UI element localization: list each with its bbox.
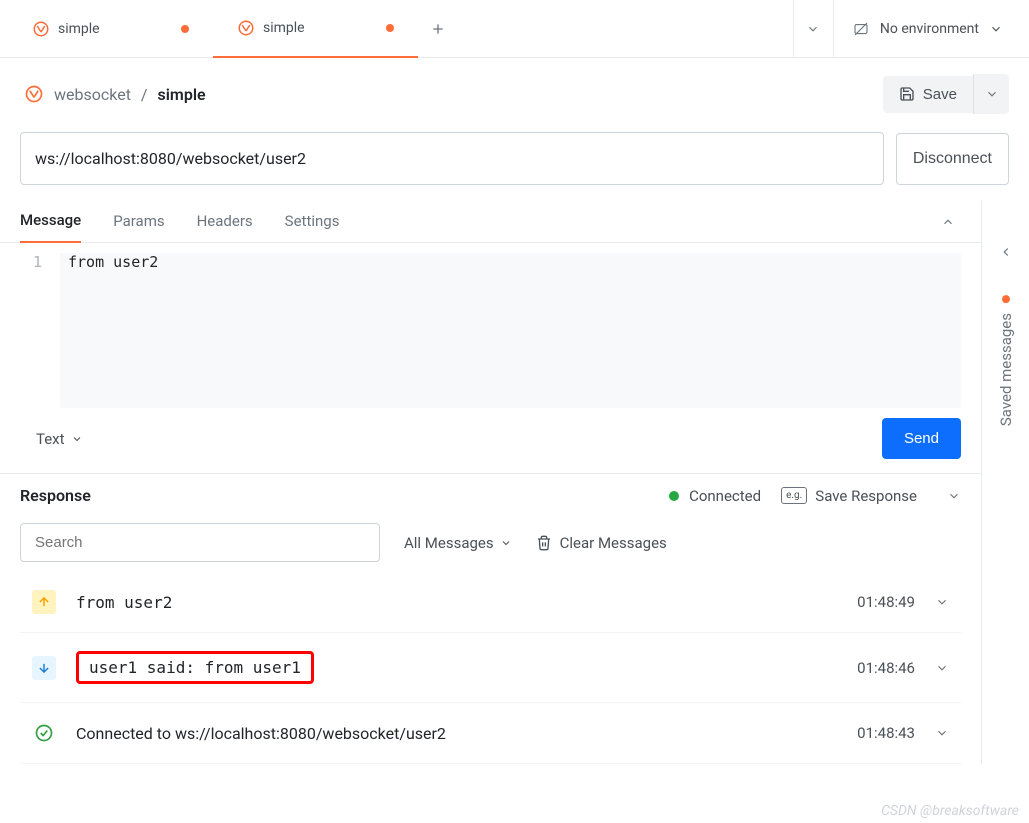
tab-label-1: simple <box>263 20 305 36</box>
editor-line-number: 1 <box>20 253 60 408</box>
message-time: 01:48:43 <box>857 724 915 742</box>
dirty-dot-icon <box>1002 295 1010 303</box>
chevron-down-icon <box>500 537 512 549</box>
save-label: Save <box>923 86 957 103</box>
chevron-down-icon[interactable] <box>935 726 949 740</box>
message-text: Connected to ws://localhost:8080/websock… <box>76 724 837 743</box>
url-input[interactable] <box>20 132 884 185</box>
websocket-icon <box>237 19 255 37</box>
format-dropdown[interactable]: Text <box>20 430 83 448</box>
dirty-dot-icon <box>181 25 189 33</box>
tab-0[interactable]: simple <box>8 0 213 58</box>
websocket-icon <box>32 20 50 38</box>
websocket-icon <box>24 84 44 104</box>
message-filter-dropdown[interactable]: All Messages <box>404 534 512 552</box>
trash-icon <box>536 535 552 551</box>
save-response-icon: e.g. <box>781 487 807 504</box>
chevron-down-icon <box>985 87 999 101</box>
editor-content[interactable]: from user2 <box>60 253 961 408</box>
message-text: from user2 <box>76 593 837 612</box>
no-environment-icon <box>852 20 870 38</box>
dirty-dot-icon <box>386 24 394 32</box>
message-list: from user2 01:48:49 user1 said: from use… <box>0 572 981 764</box>
sidebar-expand-button[interactable] <box>991 237 1021 267</box>
chevron-down-icon <box>989 22 1003 36</box>
tab-label-0: simple <box>58 21 100 37</box>
url-row: Disconnect <box>0 132 1029 201</box>
response-title: Response <box>20 486 91 505</box>
message-text: user1 said: from user1 <box>76 651 314 684</box>
check-circle-icon <box>32 721 56 745</box>
send-row: Text Send <box>0 408 981 473</box>
chevron-down-icon[interactable] <box>935 595 949 609</box>
save-button-group: Save <box>883 74 1009 114</box>
tab-message[interactable]: Message <box>20 201 81 243</box>
save-response-label: Save Response <box>815 487 917 505</box>
sidebar-right: Saved messages <box>981 201 1029 764</box>
save-response-button[interactable]: e.g. Save Response <box>781 487 917 505</box>
message-time: 01:48:46 <box>857 659 915 677</box>
save-button[interactable]: Save <box>883 76 973 113</box>
tab-1[interactable]: simple <box>213 0 418 58</box>
breadcrumb-current: simple <box>158 85 206 104</box>
arrow-up-icon <box>32 590 56 614</box>
arrow-down-icon <box>32 656 56 680</box>
chevron-down-icon[interactable] <box>935 661 949 675</box>
search-input[interactable] <box>20 523 380 562</box>
disconnect-button[interactable]: Disconnect <box>896 133 1009 185</box>
clear-label: Clear Messages <box>560 534 667 552</box>
message-editor[interactable]: 1 from user2 <box>0 243 981 408</box>
message-row[interactable]: user1 said: from user1 01:48:46 <box>20 633 961 703</box>
tab-headers[interactable]: Headers <box>197 202 253 242</box>
new-tab-button[interactable] <box>418 9 458 49</box>
message-row[interactable]: Connected to ws://localhost:8080/websock… <box>20 703 961 764</box>
breadcrumb-sep: / <box>141 85 148 104</box>
tab-settings[interactable]: Settings <box>285 202 340 242</box>
filter-label: All Messages <box>404 534 494 552</box>
saved-messages-label: Saved messages <box>997 313 1015 426</box>
collapse-pane-icon[interactable] <box>935 209 961 235</box>
status-label: Connected <box>689 487 761 505</box>
tabs-overflow-button[interactable] <box>793 0 833 58</box>
response-controls: All Messages Clear Messages <box>0 513 981 572</box>
message-time: 01:48:49 <box>857 593 915 611</box>
clear-messages-button[interactable]: Clear Messages <box>536 534 667 552</box>
chevron-down-icon <box>71 433 83 445</box>
format-label: Text <box>36 430 65 448</box>
connection-status: Connected <box>669 487 761 505</box>
status-dot-icon <box>669 491 679 501</box>
saved-messages-tab[interactable]: Saved messages <box>997 295 1015 426</box>
environment-selector[interactable]: No environment <box>833 0 1021 58</box>
breadcrumb-row: websocket / simple Save <box>0 58 1029 132</box>
breadcrumb: websocket / simple <box>24 84 206 104</box>
message-row[interactable]: from user2 01:48:49 <box>20 572 961 633</box>
save-dropdown-button[interactable] <box>973 74 1009 114</box>
environment-label: No environment <box>880 21 979 37</box>
tab-bar: simple simple No environment <box>0 0 1029 58</box>
response-header: Response Connected e.g. Save Response <box>0 473 981 513</box>
watermark: CSDN @breaksoftware <box>881 803 1019 819</box>
send-button[interactable]: Send <box>882 418 961 459</box>
request-tabs: Message Params Headers Settings <box>0 201 981 243</box>
response-collapse-button[interactable] <box>947 489 961 503</box>
breadcrumb-parent[interactable]: websocket <box>54 85 131 104</box>
save-icon <box>899 86 915 102</box>
tab-params[interactable]: Params <box>113 202 164 242</box>
